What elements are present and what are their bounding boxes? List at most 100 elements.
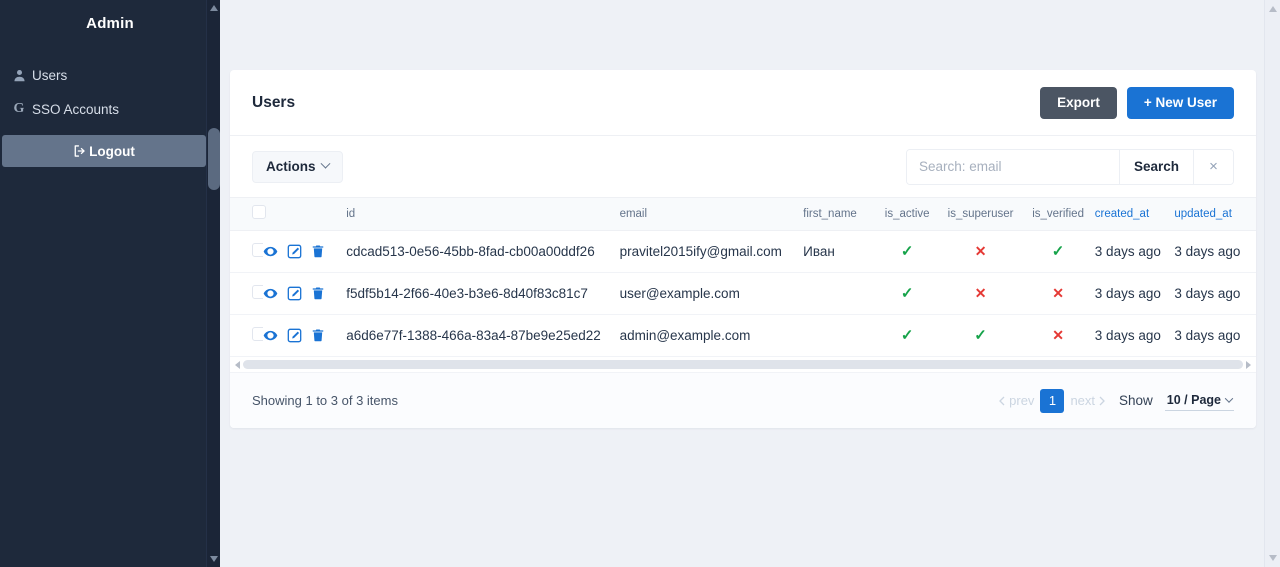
page-scrollbar[interactable] xyxy=(1264,0,1280,567)
table-horizontal-scrollbar[interactable] xyxy=(230,356,1256,372)
new-user-button[interactable]: + New User xyxy=(1126,86,1234,119)
column-header-email[interactable]: email xyxy=(619,198,804,231)
delete-icon[interactable] xyxy=(311,286,325,301)
delete-icon[interactable] xyxy=(311,328,325,343)
check-icon: ✓ xyxy=(974,327,987,345)
select-all-checkbox[interactable] xyxy=(252,205,266,220)
page-scroll-down-arrow-icon[interactable] xyxy=(1269,555,1277,561)
select-all-header xyxy=(230,198,266,231)
cell-first-name xyxy=(803,272,875,315)
row-select-cell xyxy=(230,230,263,273)
sidebar-nav: Users G SSO Accounts xyxy=(0,58,220,126)
cell-email: admin@example.com xyxy=(619,327,751,343)
prev-label: prev xyxy=(1009,393,1035,408)
sidebar-item-label: SSO Accounts xyxy=(32,101,120,117)
cell-is-verified: ✕ xyxy=(1021,272,1095,315)
edit-icon[interactable] xyxy=(287,286,302,301)
scroll-right-arrow-icon[interactable] xyxy=(1246,360,1251,369)
search-input[interactable] xyxy=(906,149,1119,184)
page-scroll-up-arrow-icon[interactable] xyxy=(1269,6,1277,12)
show-label: Show xyxy=(1119,393,1153,408)
page-1-button[interactable]: 1 xyxy=(1040,388,1065,413)
sidebar-scrollbar-thumb[interactable] xyxy=(208,128,220,190)
delete-icon[interactable] xyxy=(311,244,325,259)
logout-label: Logout xyxy=(89,143,135,159)
cross-icon: ✕ xyxy=(1052,284,1064,301)
prev-page-button[interactable]: prev xyxy=(999,393,1034,408)
column-header-created-at[interactable]: created_at xyxy=(1094,198,1175,231)
column-header-is-active[interactable]: is_active xyxy=(874,198,940,231)
cell-id: f5df5b14-2f66-40e3-b3e6-8d40f83c81c7 xyxy=(346,272,620,315)
cross-icon: ✕ xyxy=(974,242,987,259)
check-icon: ✓ xyxy=(900,243,914,260)
next-page-button[interactable]: next xyxy=(1070,393,1105,408)
column-header-first-name[interactable]: first_name xyxy=(803,198,875,231)
cell-email: user@example.com xyxy=(619,272,804,315)
check-icon: ✓ xyxy=(1051,243,1065,260)
view-icon[interactable] xyxy=(263,244,278,259)
actions-label: Actions xyxy=(266,159,316,174)
row-checkbox[interactable] xyxy=(252,242,263,257)
edit-icon[interactable] xyxy=(287,328,302,343)
actions-dropdown-button[interactable]: Actions xyxy=(252,150,343,183)
column-header-is-verified[interactable]: is_verified xyxy=(1021,198,1095,231)
table-head: id email first_name is_active is_superus… xyxy=(230,198,1256,231)
search-button[interactable]: Search xyxy=(1118,149,1193,184)
table-row[interactable]: a6d6e77f-1388-466a-83a4-87be9e25ed22 admi… xyxy=(230,314,1256,356)
cell-updated-at: 3 days ago xyxy=(1174,272,1256,315)
edit-icon[interactable] xyxy=(287,244,302,259)
chevron-down-icon xyxy=(320,158,330,169)
next-label: next xyxy=(1070,393,1096,408)
sidebar-item-label: Users xyxy=(32,67,68,83)
cell-created-at: 3 days ago xyxy=(1094,327,1161,343)
sidebar-item-sso-accounts[interactable]: G SSO Accounts xyxy=(0,92,220,126)
export-button[interactable]: Export xyxy=(1040,86,1117,119)
column-header-updated-at[interactable]: updated_at xyxy=(1174,198,1256,231)
table-row[interactable]: cdcad513-0e56-45bb-8fad-cb00a00ddf26 prav… xyxy=(230,230,1256,273)
per-page-select[interactable]: 10 / Page xyxy=(1164,391,1234,411)
scroll-down-arrow-icon[interactable] xyxy=(210,556,218,562)
table-row[interactable]: f5df5b14-2f66-40e3-b3e6-8d40f83c81c7 user… xyxy=(230,272,1256,315)
pagination: prev 1 next Show 10 / Page xyxy=(999,388,1234,413)
cell-is-active: ✓ xyxy=(874,272,940,315)
row-checkbox[interactable] xyxy=(252,326,263,341)
main-content: Users Export + New User Actions Search × xyxy=(220,0,1280,567)
table-horizontal-scrollbar-thumb[interactable] xyxy=(243,360,1243,369)
logout-button[interactable]: Logout xyxy=(2,135,206,167)
cell-is-superuser: ✕ xyxy=(939,272,1022,315)
cell-first-name xyxy=(803,314,874,356)
user-icon xyxy=(6,69,32,82)
row-actions-cell xyxy=(263,314,347,356)
showing-items-text: Showing 1 to 3 of 3 items xyxy=(252,393,398,408)
column-header-is-superuser[interactable]: is_superuser xyxy=(939,198,1022,231)
users-table: id email first_name is_active is_superus… xyxy=(230,198,1256,356)
sidebar: Admin Users G SSO Accounts Logout xyxy=(0,0,220,567)
cell-created-at: 3 days ago xyxy=(1094,230,1175,273)
search-group: Search × xyxy=(905,148,1234,185)
cell-updated-at: 3 days ago xyxy=(1174,327,1241,343)
sidebar-item-users[interactable]: Users xyxy=(0,58,220,92)
column-header-id[interactable]: id xyxy=(346,198,620,231)
cell-is-superuser: ✓ xyxy=(940,314,1022,356)
users-card: Users Export + New User Actions Search × xyxy=(230,70,1256,428)
table-toolbar: Actions Search × xyxy=(230,136,1256,198)
sidebar-scrollbar[interactable] xyxy=(206,0,220,567)
view-icon[interactable] xyxy=(263,328,278,343)
per-page-value: 10 / Page xyxy=(1166,392,1221,407)
google-g-icon: G xyxy=(13,101,25,116)
check-icon: ✓ xyxy=(900,327,914,345)
view-icon[interactable] xyxy=(263,286,278,301)
scroll-left-arrow-icon[interactable] xyxy=(235,360,240,369)
cross-icon: ✕ xyxy=(974,284,987,301)
cross-icon: ✕ xyxy=(1052,326,1064,343)
cell-is-active: ✓ xyxy=(875,314,940,356)
row-checkbox[interactable] xyxy=(252,284,263,299)
cell-id: cdcad513-0e56-45bb-8fad-cb00a00ddf26 xyxy=(346,230,620,273)
scroll-up-arrow-icon[interactable] xyxy=(210,5,218,11)
cell-is-verified: ✕ xyxy=(1021,314,1094,356)
sign-out-icon xyxy=(73,144,87,158)
chevron-right-icon xyxy=(1099,396,1105,405)
cell-is-superuser: ✕ xyxy=(939,230,1022,273)
clear-search-icon[interactable]: × xyxy=(1193,149,1233,184)
page-title: Users xyxy=(252,93,296,111)
